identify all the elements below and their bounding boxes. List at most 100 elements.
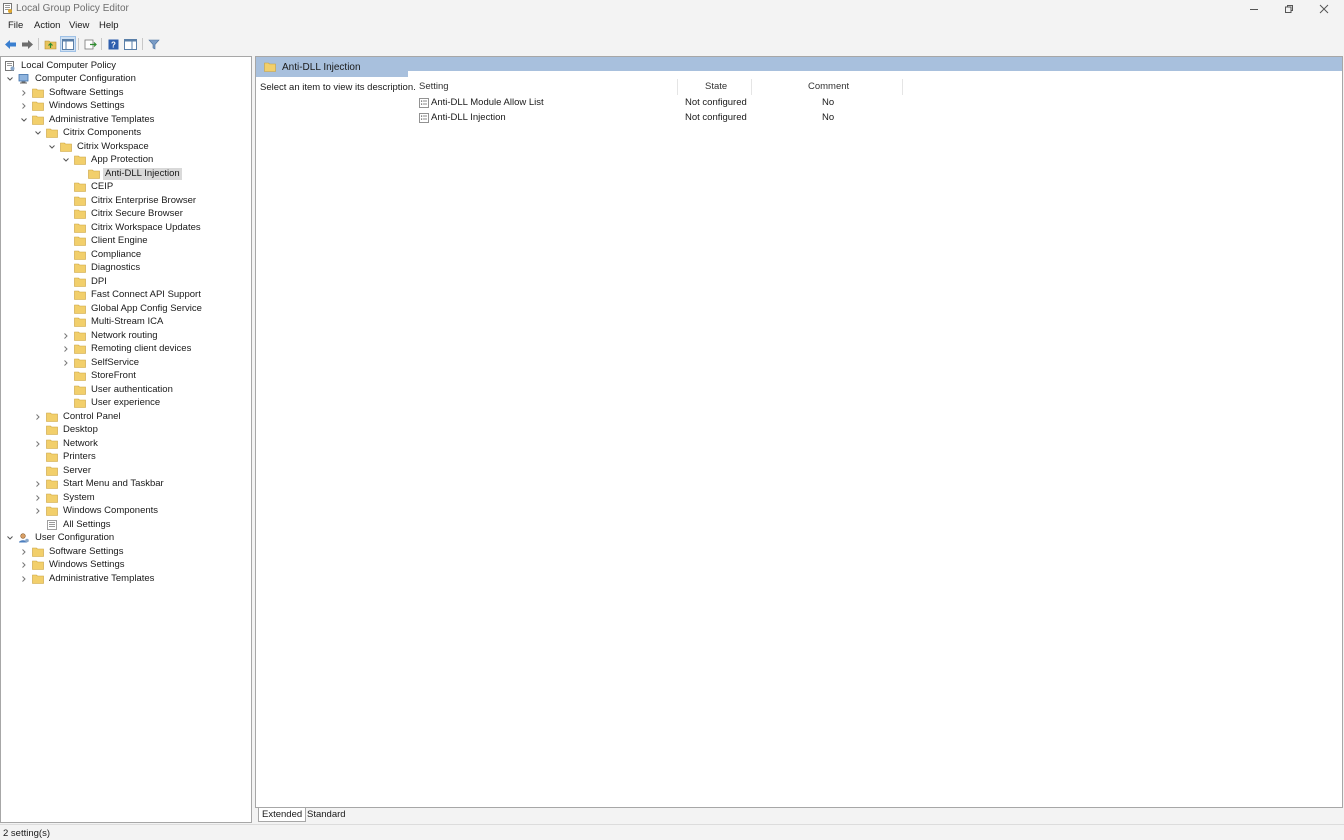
tree-item-user-experience[interactable]: User experience	[74, 397, 162, 410]
tree-item-control-panel[interactable]: Control Panel	[34, 410, 123, 423]
tree-item-fast-connect-api-support[interactable]: Fast Connect API Support	[74, 289, 203, 302]
tree-item-app-protection[interactable]: App Protection	[62, 154, 155, 167]
tree-item-citrix-enterprise-browser[interactable]: Citrix Enterprise Browser	[74, 194, 198, 207]
menu-help[interactable]: Help	[99, 20, 119, 31]
column-header-state[interactable]: State	[705, 81, 727, 97]
policy-setting-icon	[419, 98, 429, 108]
tree-item-software-settings[interactable]: Software Settings	[20, 86, 125, 99]
tree-item-system[interactable]: System	[34, 491, 97, 504]
all-settings-icon	[46, 519, 58, 530]
tree-item-anti-dll-injection[interactable]: Anti-DLL Injection	[88, 167, 182, 180]
toolbar-separator	[101, 38, 102, 50]
tree-item-ceip[interactable]: CEIP	[74, 181, 115, 194]
setting-state: Not configured	[685, 97, 747, 108]
chevron-down-icon[interactable]	[48, 143, 56, 151]
tree-item-user-administrative-templates[interactable]: Administrative Templates	[20, 572, 156, 585]
chevron-right-icon[interactable]	[34, 413, 42, 421]
tree-item-windows-components[interactable]: Windows Components	[34, 505, 160, 518]
tree-item-server[interactable]: Server	[46, 464, 93, 477]
minimize-button[interactable]	[1236, 0, 1272, 17]
column-divider[interactable]	[751, 79, 752, 95]
tree-item-citrix-secure-browser[interactable]: Citrix Secure Browser	[74, 208, 185, 221]
tree-item-global-app-config-service[interactable]: Global App Config Service	[74, 302, 204, 315]
tree-item-local-computer-policy[interactable]: Local Computer Policy	[4, 59, 118, 72]
back-arrow-icon[interactable]	[2, 36, 18, 52]
tree-item-user-windows-settings[interactable]: Windows Settings	[20, 559, 127, 572]
tab-standard[interactable]: Standard	[304, 808, 349, 822]
tree-item-client-engine[interactable]: Client Engine	[74, 235, 150, 248]
folder-icon	[74, 250, 86, 260]
menu-action[interactable]: Action	[34, 20, 60, 31]
folder-icon	[74, 290, 86, 300]
show-hide-action-pane-icon[interactable]	[122, 36, 138, 52]
folder-icon	[74, 236, 86, 246]
folder-icon	[32, 115, 44, 125]
chevron-right-icon[interactable]	[34, 440, 42, 448]
column-divider[interactable]	[677, 79, 678, 95]
chevron-down-icon[interactable]	[20, 116, 28, 124]
export-list-icon[interactable]	[82, 36, 98, 52]
tree-item-desktop[interactable]: Desktop	[46, 424, 100, 437]
setting-name: Anti-DLL Injection	[431, 111, 506, 123]
menu-file[interactable]: File	[8, 20, 23, 31]
column-header-comment[interactable]: Comment	[808, 81, 849, 97]
folder-icon	[46, 493, 58, 503]
chevron-down-icon[interactable]	[6, 534, 14, 542]
tree-item-user-configuration[interactable]: User Configuration	[6, 532, 116, 545]
tree-item-citrix-workspace[interactable]: Citrix Workspace	[48, 140, 151, 153]
show-hide-tree-icon[interactable]	[60, 36, 76, 52]
tree-item-citrix-workspace-updates[interactable]: Citrix Workspace Updates	[74, 221, 203, 234]
chevron-right-icon[interactable]	[62, 332, 70, 340]
chevron-right-icon[interactable]	[20, 561, 28, 569]
chevron-right-icon[interactable]	[34, 507, 42, 515]
chevron-right-icon[interactable]	[62, 359, 70, 367]
chevron-right-icon[interactable]	[34, 480, 42, 488]
chevron-down-icon[interactable]	[6, 75, 14, 83]
chevron-right-icon[interactable]	[62, 345, 70, 353]
policy-setting-icon	[419, 112, 429, 123]
folder-icon	[32, 101, 44, 111]
help-icon[interactable]: ?	[105, 36, 121, 52]
tree-item-user-software-settings[interactable]: Software Settings	[20, 545, 125, 558]
chevron-right-icon[interactable]	[20, 548, 28, 556]
details-header-cover	[408, 71, 1342, 77]
tree-item-computer-configuration[interactable]: Computer Configuration	[6, 73, 138, 86]
table-row[interactable]: Anti-DLL Module Allow List Not configure…	[416, 96, 906, 110]
tree-item-multi-stream-ica[interactable]: Multi-Stream ICA	[74, 316, 165, 329]
chevron-right-icon[interactable]	[20, 575, 28, 583]
tree-item-network[interactable]: Network	[34, 437, 100, 450]
chevron-down-icon[interactable]	[62, 156, 70, 164]
tree-item-all-settings[interactable]: All Settings	[46, 518, 113, 531]
tree-item-selfservice[interactable]: SelfService	[62, 356, 141, 369]
column-divider[interactable]	[902, 79, 903, 95]
tree-item-start-menu-and-taskbar[interactable]: Start Menu and Taskbar	[34, 478, 166, 491]
folder-icon	[46, 425, 58, 435]
folder-icon	[46, 439, 58, 449]
tree-item-windows-settings[interactable]: Windows Settings	[20, 100, 127, 113]
tree-item-user-authentication[interactable]: User authentication	[74, 383, 175, 396]
chevron-right-icon[interactable]	[20, 89, 28, 97]
forward-arrow-icon[interactable]	[19, 36, 35, 52]
folder-icon	[74, 331, 86, 341]
tree-item-citrix-components[interactable]: Citrix Components	[34, 127, 143, 140]
table-row[interactable]: Anti-DLL Injection Not configured No	[416, 111, 906, 125]
tree-item-network-routing[interactable]: Network routing	[62, 329, 160, 342]
folder-icon	[74, 304, 86, 314]
tree-item-dpi[interactable]: DPI	[74, 275, 109, 288]
close-button[interactable]	[1306, 0, 1342, 17]
tree-item-compliance[interactable]: Compliance	[74, 248, 143, 261]
chevron-right-icon[interactable]	[20, 102, 28, 110]
up-folder-icon[interactable]	[42, 36, 58, 52]
tree-item-administrative-templates[interactable]: Administrative Templates	[20, 113, 156, 126]
restore-button[interactable]	[1271, 0, 1307, 17]
filter-icon[interactable]	[146, 36, 162, 52]
chevron-right-icon[interactable]	[34, 494, 42, 502]
chevron-down-icon[interactable]	[34, 129, 42, 137]
menu-view[interactable]: View	[69, 20, 89, 31]
tree-item-storefront[interactable]: StoreFront	[74, 370, 138, 383]
tree-item-printers[interactable]: Printers	[46, 451, 98, 464]
tree-item-diagnostics[interactable]: Diagnostics	[74, 262, 142, 275]
tab-extended[interactable]: Extended	[258, 808, 307, 822]
tree-item-remoting-client-devices[interactable]: Remoting client devices	[62, 343, 193, 356]
column-header-setting[interactable]: Setting	[419, 81, 449, 97]
